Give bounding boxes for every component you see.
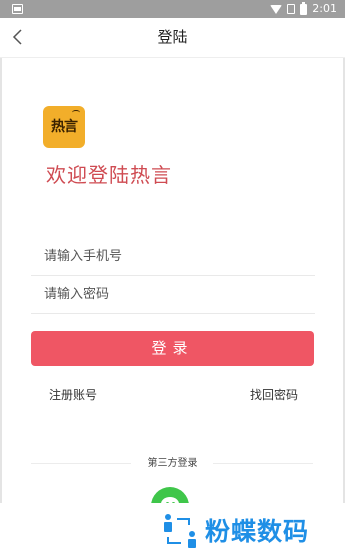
- sim-icon: [287, 4, 296, 14]
- third-party-label: 第三方登录: [147, 458, 198, 469]
- phone-field-row: [31, 238, 315, 276]
- status-time: 2:01: [312, 2, 337, 15]
- logo-mark: [72, 110, 80, 115]
- app-logo: 热言: [43, 106, 85, 148]
- watermark: 粉蝶数码: [159, 510, 309, 550]
- status-icons: 2:01: [270, 1, 337, 16]
- phone-input[interactable]: [31, 238, 315, 275]
- logo-text: 热言: [51, 119, 78, 135]
- watermark-logo-icon: [164, 514, 196, 548]
- wifi-icon: [270, 4, 283, 14]
- page-title: 登陆: [157, 28, 188, 46]
- status-bar: 2:01: [0, 0, 345, 18]
- login-button[interactable]: 登录: [31, 331, 314, 366]
- register-link[interactable]: 注册账号: [49, 386, 97, 403]
- watermark-text: 粉蝶数码: [205, 517, 310, 546]
- battery-icon: [300, 1, 308, 15]
- nav-bar: 登陆: [0, 18, 345, 58]
- password-field-row: [31, 276, 315, 314]
- welcome-heading: 欢迎登陆热言: [46, 163, 172, 187]
- left-edge: [0, 58, 2, 503]
- app-icon: [12, 4, 23, 14]
- forgot-password-link[interactable]: 找回密码: [250, 386, 298, 403]
- password-input[interactable]: [31, 276, 315, 313]
